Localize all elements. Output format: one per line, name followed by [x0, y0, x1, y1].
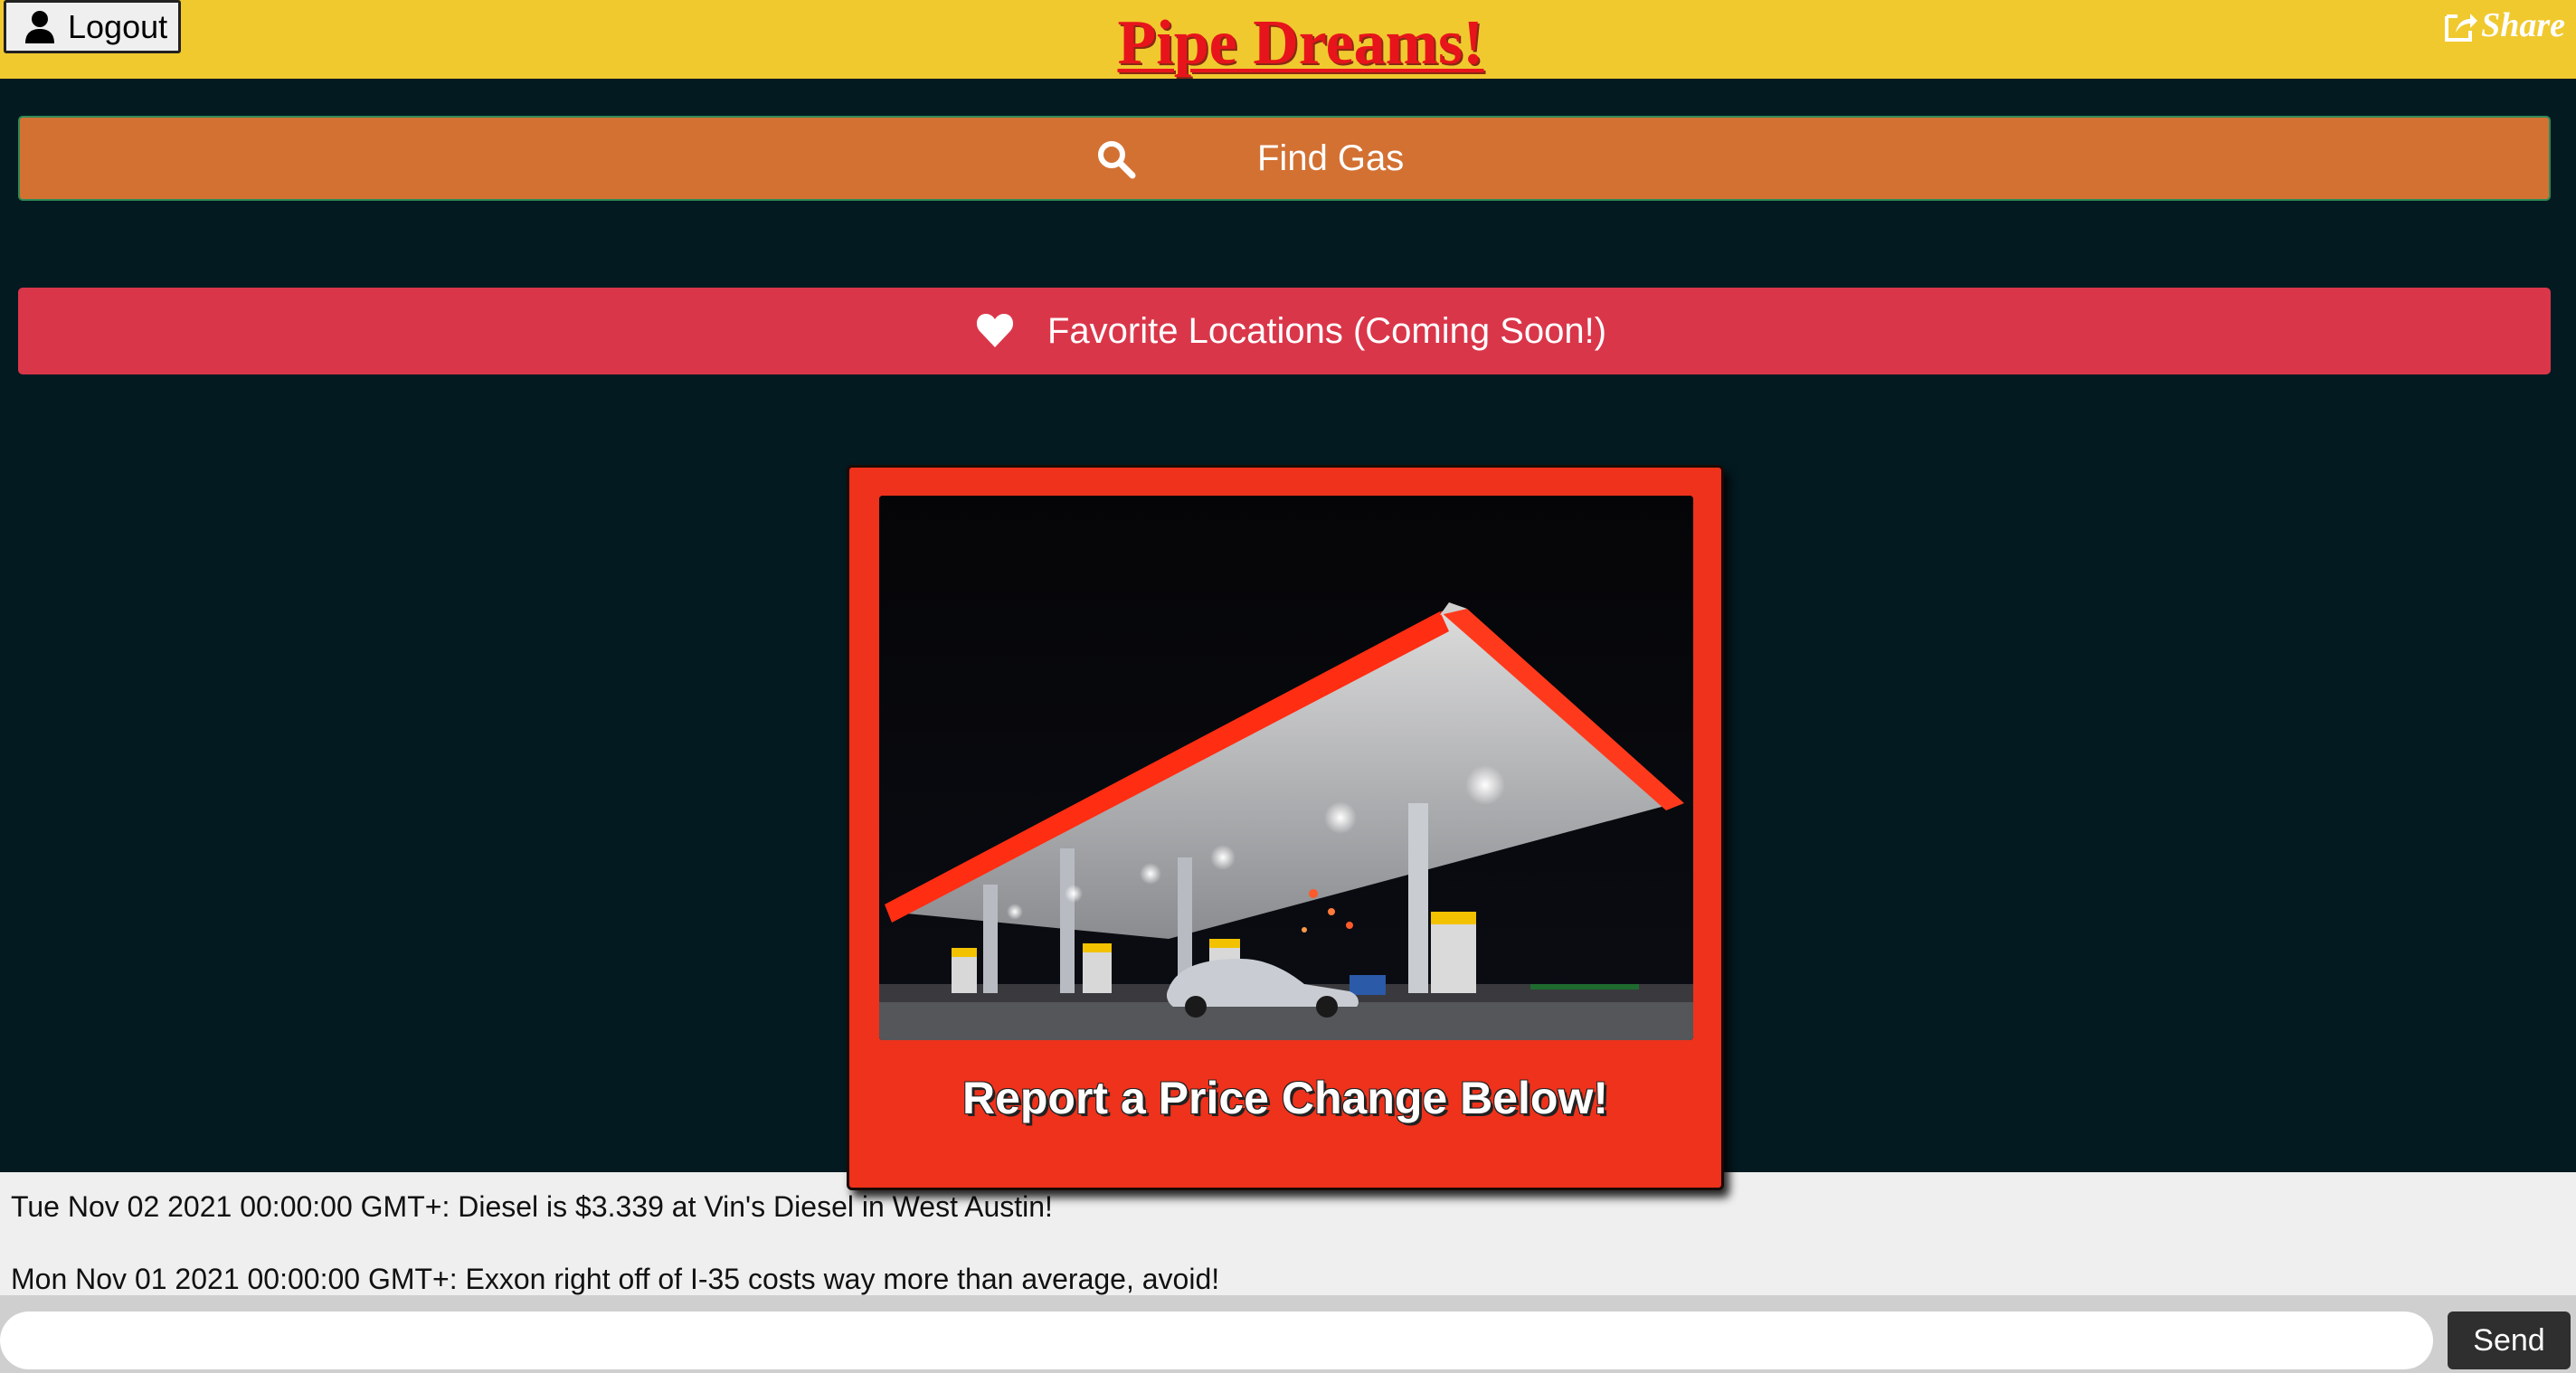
heart-icon	[976, 314, 1014, 347]
share-icon	[2445, 14, 2478, 42]
message-composer: Send	[0, 1295, 2576, 1373]
find-gas-label: Find Gas	[1257, 138, 1405, 178]
favorite-locations-button[interactable]: Favorite Locations (Coming Soon!)	[18, 288, 2551, 374]
find-gas-button[interactable]: Find Gas	[18, 116, 2551, 201]
message-item: Mon Nov 01 2021 00:00:00 GMT+: Exxon rig…	[11, 1263, 1220, 1295]
report-price-card[interactable]: Report a Price Change Below!	[847, 465, 1724, 1190]
message-list: Tue Nov 02 2021 00:00:00 GMT+: Diesel is…	[0, 1172, 2576, 1295]
message-item: Tue Nov 02 2021 00:00:00 GMT+: Diesel is…	[11, 1190, 1053, 1223]
share-label: Share	[2481, 6, 2565, 44]
favorite-locations-label: Favorite Locations (Coming Soon!)	[1047, 311, 1607, 351]
app-title: Pipe Dreams!	[1117, 8, 1484, 78]
report-price-caption: Report a Price Change Below!	[961, 1073, 1609, 1123]
search-icon	[1098, 141, 1136, 179]
gas-station-image	[879, 496, 1693, 1040]
send-button[interactable]: Send	[2448, 1311, 2571, 1369]
top-bar: Logout Pipe Dreams! Share	[0, 0, 2576, 79]
message-input[interactable]	[0, 1311, 2433, 1369]
share-button[interactable]: Share	[2443, 5, 2565, 45]
